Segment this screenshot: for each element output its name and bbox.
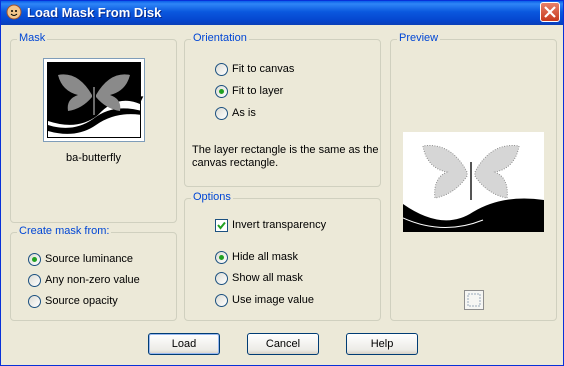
radio-indicator	[215, 271, 228, 285]
radio-label: Hide all mask	[232, 251, 299, 263]
checkbox-indicator	[215, 218, 228, 232]
info-line-1: The layer rectangle is the same as the	[192, 144, 379, 156]
radio-indicator	[215, 293, 228, 307]
title-bar[interactable]: Load Mask From Disk	[1, 1, 563, 25]
radio-label: Source opacity	[45, 295, 118, 307]
preview-legend: Preview	[397, 32, 441, 44]
radio-fit-to-layer[interactable]: Fit to layer	[215, 83, 283, 99]
cancel-button[interactable]: Cancel	[247, 333, 319, 355]
options-legend: Options	[191, 191, 233, 203]
preview-image	[403, 132, 544, 232]
radio-show-all-mask[interactable]: Show all mask	[215, 270, 303, 286]
radio-label: Source luminance	[45, 253, 134, 265]
mask-thumbnail-picker[interactable]	[43, 58, 145, 142]
close-button[interactable]	[540, 2, 560, 22]
create-from-legend: Create mask from:	[17, 225, 112, 237]
radio-label: Show all mask	[232, 272, 303, 284]
app-icon	[6, 4, 22, 20]
orientation-info-text: The layer rectangle is the same as the c…	[192, 144, 378, 170]
window-title: Load Mask From Disk	[27, 5, 162, 20]
butterfly-mask-image	[48, 63, 140, 137]
radio-source-opacity[interactable]: Source opacity	[28, 293, 118, 309]
radio-indicator	[215, 106, 228, 120]
orientation-legend: Orientation	[191, 32, 249, 44]
radio-use-image-value[interactable]: Use image value	[215, 292, 314, 308]
help-button[interactable]: Help	[346, 333, 418, 355]
radio-source-luminance[interactable]: Source luminance	[28, 251, 133, 267]
radio-label: As is	[232, 107, 256, 119]
info-line-2: canvas rectangle.	[192, 157, 279, 169]
radio-indicator	[215, 62, 228, 76]
checkmark-icon	[217, 221, 226, 230]
radio-indicator	[28, 252, 41, 266]
radio-label: Fit to layer	[232, 85, 284, 97]
zoom-fit-icon	[467, 293, 481, 307]
radio-indicator	[215, 250, 228, 264]
radio-label: Use image value	[232, 294, 314, 306]
mask-legend: Mask	[17, 32, 48, 44]
radio-label: Fit to canvas	[232, 63, 295, 75]
mask-thumbnail	[47, 62, 141, 138]
radio-indicator	[28, 294, 41, 308]
close-icon	[544, 6, 556, 18]
radio-any-non-zero[interactable]: Any non-zero value	[28, 272, 140, 288]
radio-indicator	[215, 84, 228, 98]
radio-fit-to-canvas[interactable]: Fit to canvas	[215, 61, 294, 77]
preview-butterfly-image	[403, 132, 544, 232]
checkbox-label: Invert transparency	[232, 219, 327, 231]
checkbox-invert-transparency[interactable]: Invert transparency	[215, 217, 326, 233]
preview-zoom-button[interactable]	[464, 290, 484, 310]
load-button[interactable]: Load	[148, 333, 220, 355]
radio-label: Any non-zero value	[45, 274, 140, 286]
radio-as-is[interactable]: As is	[215, 105, 256, 121]
dialog-window: Load Mask From Disk Mask ▼ ba-butterfly …	[0, 0, 564, 366]
radio-hide-all-mask[interactable]: Hide all mask	[215, 249, 298, 265]
mask-name-label: ba-butterfly	[65, 152, 122, 164]
radio-indicator	[28, 273, 41, 287]
dropdown-arrow-icon[interactable]: ▼	[137, 94, 145, 103]
